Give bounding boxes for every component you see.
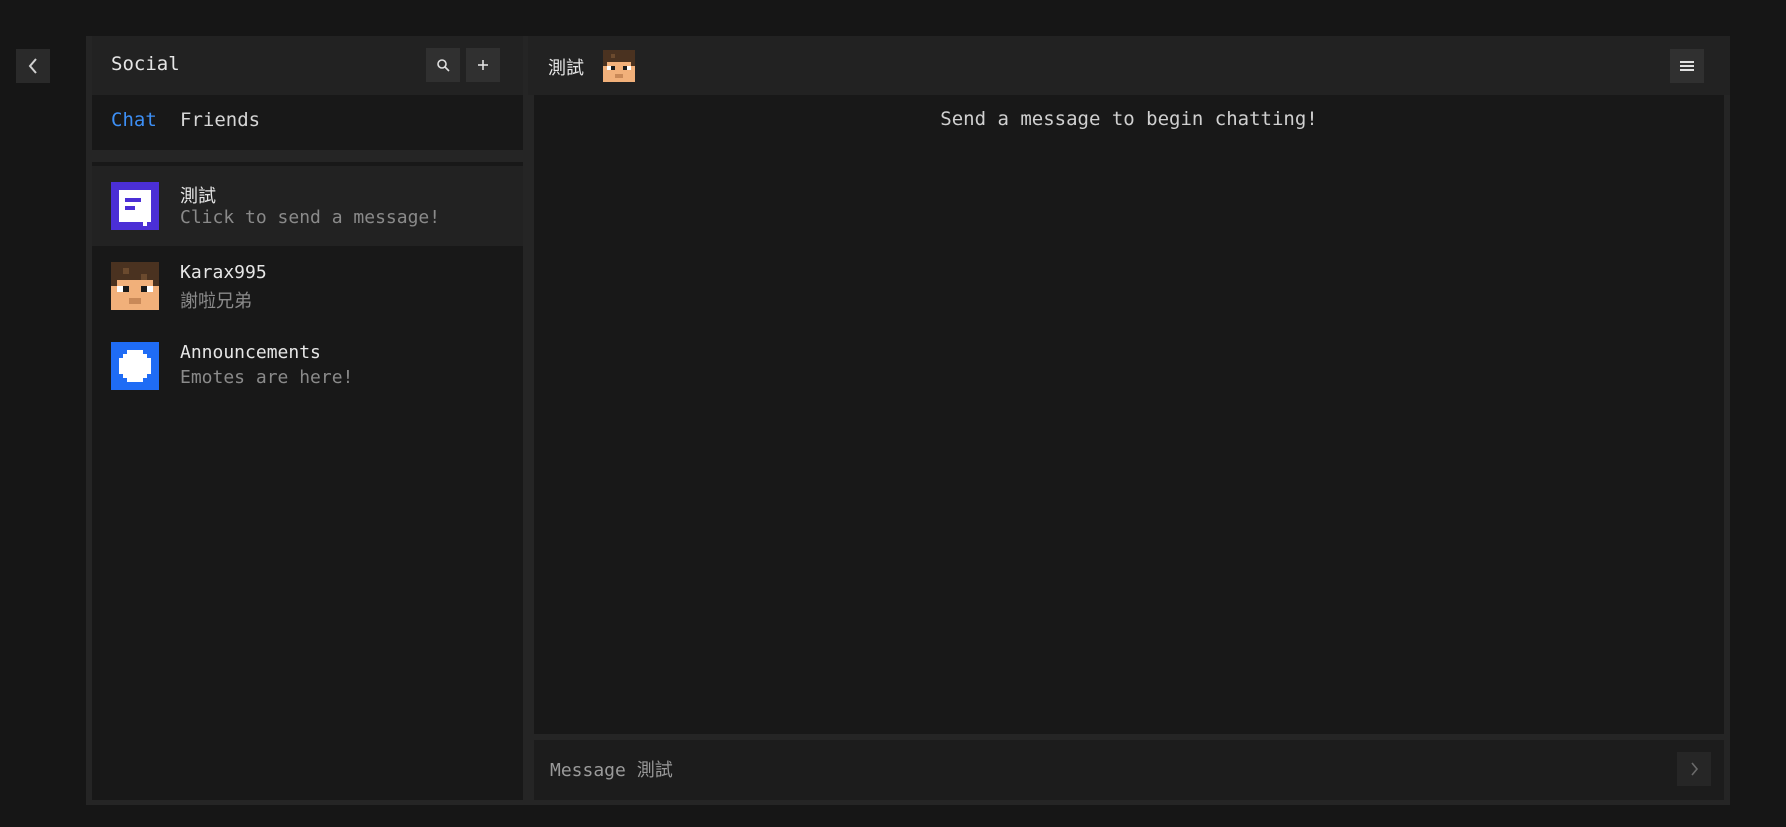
add-button[interactable] [466, 48, 500, 82]
tab-friends[interactable]: Friends [180, 109, 260, 131]
conversation-preview: Emotes are here! [180, 367, 354, 388]
conversation-name: 測試 [180, 186, 216, 207]
sidebar-tabs: Chat Friends [92, 95, 523, 150]
chat-header: 測試 [528, 36, 1730, 95]
conversation-item[interactable]: 測試 Click to send a message! [92, 166, 523, 246]
chat-menu-button[interactable] [1670, 49, 1704, 83]
chevron-right-icon [1689, 761, 1699, 777]
send-button[interactable] [1677, 752, 1711, 786]
chevron-left-icon [26, 57, 40, 75]
conversation-item[interactable]: Karax995 謝啦兄弟 [92, 246, 523, 326]
back-button[interactable] [16, 49, 50, 83]
tab-chat[interactable]: Chat [111, 109, 157, 131]
hamburger-menu-icon [1680, 60, 1694, 72]
conversation-name: Announcements [180, 342, 321, 363]
search-button[interactable] [426, 48, 460, 82]
social-window: Social Chat Friends 測試 Click to send a m… [86, 36, 1730, 805]
conversation-preview: 謝啦兄弟 [180, 291, 252, 312]
message-input[interactable] [550, 754, 1650, 786]
conversation-item[interactable]: Announcements Emotes are here! [92, 326, 523, 406]
conversation-list: 測試 Click to send a message! Karax995 謝啦兄… [92, 166, 523, 406]
chat-title: 測試 [548, 58, 584, 79]
sidebar-title: Social [111, 53, 180, 75]
plus-icon [477, 59, 489, 71]
player-skin-avatar [603, 50, 635, 82]
player-skin-avatar [111, 262, 159, 310]
group-chat-icon [111, 182, 159, 230]
announcement-logo-icon [111, 342, 159, 390]
search-icon [436, 58, 450, 72]
sidebar-divider [92, 150, 523, 162]
chat-panel: 測試 Send a message to begin chatting! Mes… [528, 36, 1730, 800]
empty-chat-hint: Send a message to begin chatting! [940, 108, 1318, 130]
conversation-name: Karax995 [180, 262, 267, 283]
sidebar: Social Chat Friends 測試 Click to send a m… [92, 36, 523, 800]
message-area: Send a message to begin chatting! [534, 95, 1724, 734]
conversation-preview: Click to send a message! [180, 207, 441, 228]
message-composer [534, 740, 1724, 800]
sidebar-header: Social [92, 36, 523, 95]
